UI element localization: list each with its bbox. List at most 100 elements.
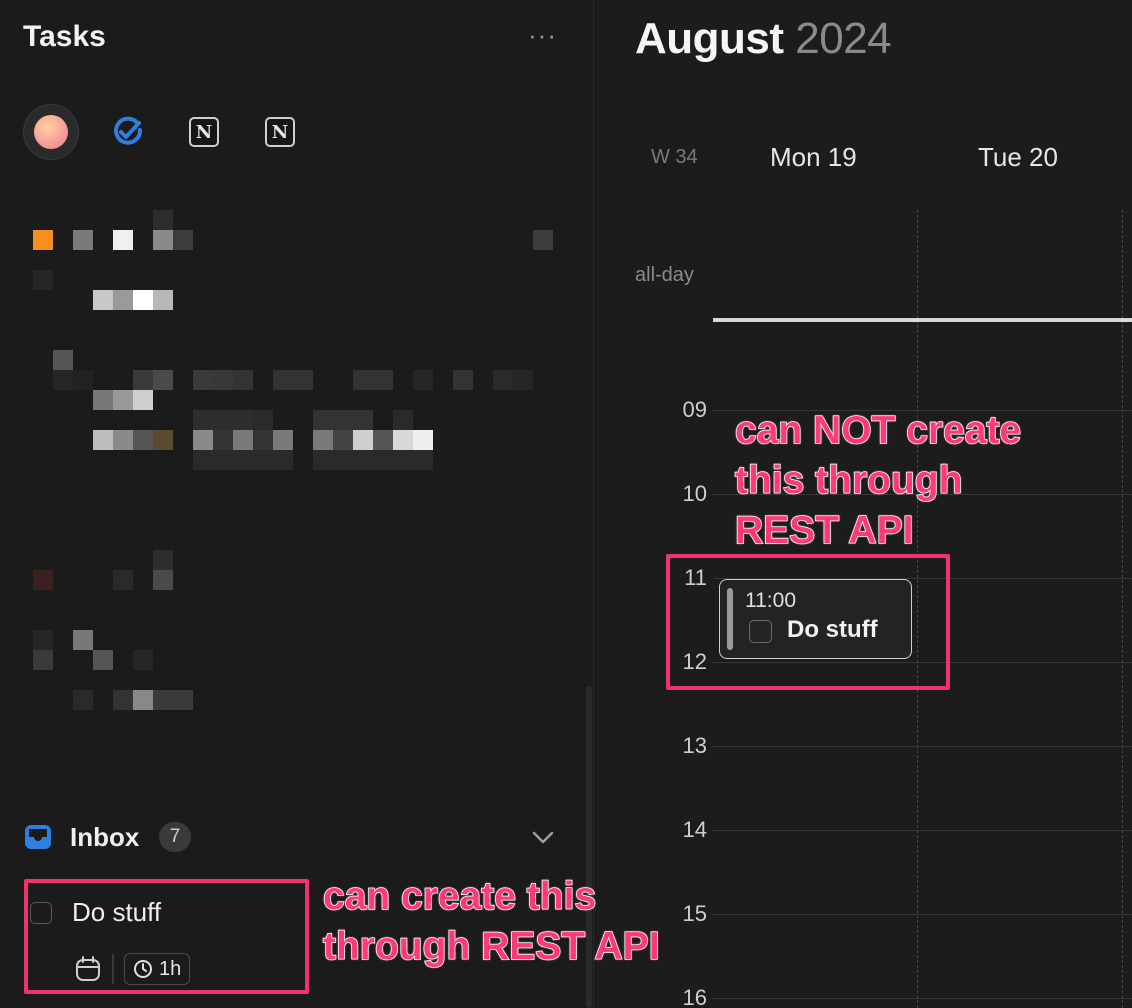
pixel-block <box>313 410 333 430</box>
pixel-block <box>153 230 173 250</box>
inbox-label[interactable]: Inbox <box>70 822 139 853</box>
pixel-block <box>153 210 173 230</box>
pixel-block <box>393 430 413 450</box>
pixel-block <box>253 450 273 470</box>
hour-line <box>713 914 1132 915</box>
pixel-block <box>93 650 113 670</box>
pixel-block <box>313 430 333 450</box>
day-divider <box>1122 210 1123 1008</box>
pixel-block <box>373 430 393 450</box>
pixel-block <box>193 450 213 470</box>
pixel-block <box>353 450 373 470</box>
panel-title: Tasks <box>23 20 106 53</box>
hour-line <box>713 746 1132 747</box>
pixel-block <box>213 410 233 430</box>
source-notion-button[interactable]: N <box>252 104 308 160</box>
pixelated-content <box>0 200 594 720</box>
annotation-box-inbox-task <box>24 879 309 994</box>
pixel-block <box>493 370 513 390</box>
inbox-icon <box>25 825 51 849</box>
check-circle-icon <box>114 116 143 145</box>
pixel-block <box>353 430 373 450</box>
pixel-block <box>413 370 433 390</box>
pixel-block <box>73 690 93 710</box>
pixel-block <box>73 370 93 390</box>
day-header-mon[interactable]: Mon 19 <box>770 142 857 173</box>
pixel-block <box>353 370 373 390</box>
pixel-block <box>393 450 413 470</box>
pixel-block <box>193 410 213 430</box>
pixel-block <box>133 390 153 410</box>
pixel-block <box>153 430 173 450</box>
pixel-block <box>53 370 73 390</box>
tasks-panel: Tasks ··· N N Inbox 7 Do stuff 1h <box>0 0 594 1008</box>
pixel-block <box>293 370 313 390</box>
pixel-block <box>233 430 253 450</box>
pixel-block <box>193 370 213 390</box>
pixel-block <box>213 430 233 450</box>
hour-label: 10 <box>682 481 707 506</box>
pixel-block <box>133 690 153 710</box>
pixel-block <box>333 450 353 470</box>
notion-icon: N <box>265 117 295 147</box>
pixel-block <box>93 390 113 410</box>
pixel-block <box>33 230 53 250</box>
pixel-block <box>273 370 293 390</box>
month-label: August <box>635 14 784 63</box>
pixel-block <box>153 550 173 570</box>
pixel-block <box>313 450 333 470</box>
pixel-block <box>273 450 293 470</box>
hour-label: 13 <box>682 733 707 758</box>
pixel-block <box>233 370 253 390</box>
source-avatar-button[interactable] <box>23 104 79 160</box>
pixel-block <box>533 230 553 250</box>
chevron-down-icon[interactable] <box>528 822 558 852</box>
hour-label: 15 <box>682 901 707 926</box>
annotation-text-cannot-create: can NOT create this through REST API <box>734 408 1022 553</box>
pixel-block <box>333 430 353 450</box>
source-tasks-button[interactable] <box>100 104 156 160</box>
pixel-block <box>113 290 133 310</box>
annotation-box-calendar-event <box>666 554 950 690</box>
pixel-block <box>153 570 173 590</box>
pixel-block <box>33 630 53 650</box>
pixel-block <box>113 690 133 710</box>
hour-label: 16 <box>682 985 707 1008</box>
week-number: W 34 <box>651 146 698 168</box>
pixel-block <box>73 230 93 250</box>
pixel-block <box>133 650 153 670</box>
all-day-label: all-day <box>635 264 694 286</box>
pixel-block <box>353 410 373 430</box>
pixel-block <box>233 450 253 470</box>
pixel-block <box>153 690 173 710</box>
pixel-block <box>33 270 53 290</box>
pixel-block <box>33 570 53 590</box>
pixel-block <box>193 430 213 450</box>
all-day-separator <box>713 318 1132 322</box>
pixel-block <box>253 410 273 430</box>
pixel-block <box>93 290 113 310</box>
pixel-block <box>133 370 153 390</box>
pixel-block <box>113 430 133 450</box>
pixel-block <box>133 290 153 310</box>
pixel-block <box>233 410 253 430</box>
year-label: 2024 <box>795 14 892 63</box>
pixel-block <box>373 450 393 470</box>
notion-icon: N <box>189 117 219 147</box>
pixel-block <box>273 430 293 450</box>
day-header-tue[interactable]: Tue 20 <box>978 142 1058 173</box>
pixel-block <box>393 410 413 430</box>
pixel-block <box>133 430 153 450</box>
pixel-block <box>173 230 193 250</box>
source-notion-button[interactable]: N <box>176 104 232 160</box>
pixel-block <box>33 650 53 670</box>
avatar <box>34 115 68 149</box>
hour-line <box>713 830 1132 831</box>
pixel-block <box>113 390 133 410</box>
hour-label: 09 <box>682 397 707 422</box>
pixel-block <box>453 370 473 390</box>
annotation-text-can-create: can create this through REST API <box>322 874 660 969</box>
more-options-button[interactable]: ··· <box>528 22 557 48</box>
pixel-block <box>373 370 393 390</box>
month-title: August 2024 <box>635 14 892 64</box>
